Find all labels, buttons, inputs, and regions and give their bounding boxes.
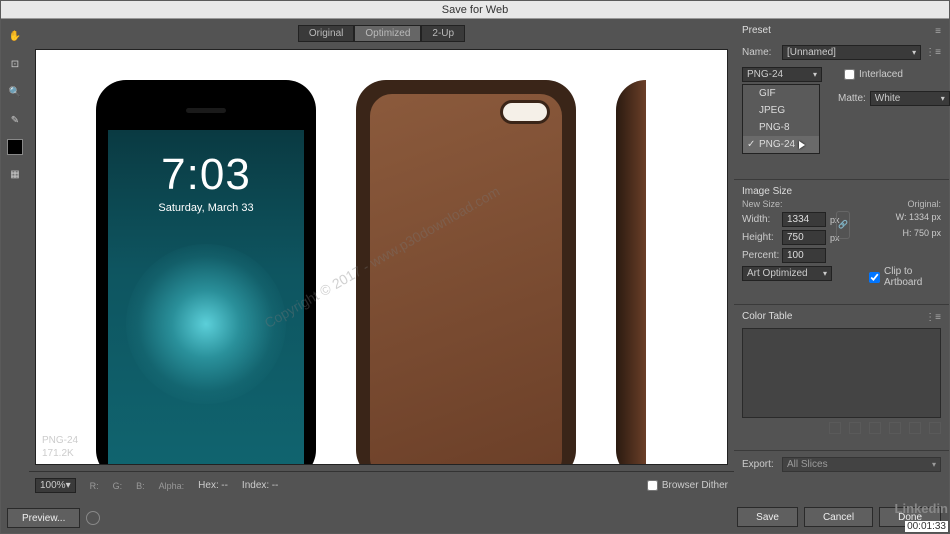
cursor-icon: [799, 141, 805, 149]
width-input[interactable]: [782, 212, 826, 227]
export-select[interactable]: All Slices▾: [782, 457, 941, 472]
browser-preview-icon[interactable]: [86, 511, 100, 525]
matte-label: Matte:: [838, 93, 866, 104]
eyedropper-tool-icon[interactable]: ✎: [6, 111, 24, 129]
index-label: Index: --: [242, 480, 278, 491]
r-label: R:: [90, 481, 99, 491]
slice-tool-icon[interactable]: ⊡: [6, 55, 24, 73]
new-size-label: New Size:: [742, 199, 859, 209]
preset-name-select[interactable]: [Unnamed]▾: [782, 45, 921, 60]
link-dimensions-icon[interactable]: 🔗: [836, 211, 850, 239]
format-dropdown: GIF JPEG PNG-8 PNG-24: [742, 84, 820, 154]
width-label: Width:: [742, 214, 778, 225]
view-tabs: Original Optimized 2-Up: [29, 23, 734, 43]
toolbar: ✋ ⊡ 🔍 ✎ ▦: [1, 19, 29, 499]
zoom-tool-icon[interactable]: 🔍: [6, 83, 24, 101]
color-table-label: Color Table: [742, 311, 792, 322]
percent-label: Percent:: [742, 250, 778, 261]
color-table: [742, 328, 941, 418]
preset-label: Preset: [742, 25, 771, 36]
g-label: G:: [113, 481, 123, 491]
tab-2up[interactable]: 2-Up: [421, 25, 465, 42]
name-label: Name:: [742, 47, 778, 58]
height-label: Height:: [742, 232, 778, 243]
tab-optimized[interactable]: Optimized: [354, 25, 421, 42]
format-option-jpeg[interactable]: JPEG: [743, 102, 819, 119]
phone-mockup: 7:03 Saturday, March 33: [96, 80, 316, 465]
browser-dither-checkbox[interactable]: Browser Dither: [647, 480, 728, 491]
original-width: W: 1334 px: [869, 212, 941, 222]
phone-date: Saturday, March 33: [158, 202, 253, 214]
preview-info: PNG-24 171.2K: [42, 434, 78, 460]
phone-time: 7:03: [161, 150, 251, 200]
preview-button[interactable]: Preview...: [7, 508, 80, 528]
image-size-label: Image Size: [742, 186, 941, 197]
matte-select[interactable]: White▾: [870, 91, 950, 106]
export-label: Export:: [742, 459, 778, 470]
format-select[interactable]: PNG-24▾: [742, 67, 822, 82]
alpha-label: Alpha:: [159, 481, 185, 491]
colortable-action-icons: [742, 422, 941, 434]
preset-menu-icon[interactable]: ≡: [935, 26, 941, 37]
format-option-png8[interactable]: PNG-8: [743, 119, 819, 136]
interlaced-checkbox[interactable]: Interlaced: [844, 69, 903, 80]
format-option-png24[interactable]: PNG-24: [743, 136, 819, 153]
format-option-gif[interactable]: GIF: [743, 85, 819, 102]
height-input[interactable]: [782, 230, 826, 245]
preview-canvas[interactable]: 7:03 Saturday, March 33 Copyright © 2017…: [35, 49, 728, 465]
colortable-menu-icon[interactable]: ⋮≡: [925, 312, 941, 323]
original-height: H: 750 px: [869, 228, 941, 238]
quality-select[interactable]: Art Optimized▾: [742, 266, 832, 281]
preset-options-icon[interactable]: ⋮≡: [925, 47, 941, 58]
save-button[interactable]: Save: [737, 507, 798, 527]
color-swatch[interactable]: [7, 139, 23, 155]
settings-panel: Preset ≡ Name: [Unnamed]▾ ⋮≡ PNG-24▾ GIF …: [734, 19, 949, 499]
hand-tool-icon[interactable]: ✋: [6, 27, 24, 45]
clip-artboard-checkbox[interactable]: Clip to Artboard: [869, 266, 941, 288]
tab-original[interactable]: Original: [298, 25, 354, 42]
slice-visibility-icon[interactable]: ▦: [6, 165, 24, 183]
phone-case-partial: [616, 80, 646, 465]
video-timecode: 00:01:33: [905, 521, 948, 532]
cancel-button[interactable]: Cancel: [804, 507, 873, 527]
original-label: Original:: [869, 199, 941, 209]
linkedin-branding: Linkedin: [895, 501, 948, 516]
window-title: Save for Web: [1, 1, 949, 19]
percent-input[interactable]: [782, 248, 826, 263]
phone-case-mockup: [356, 80, 576, 465]
hex-label: Hex: --: [198, 480, 228, 491]
zoom-select[interactable]: 100% ▾: [35, 478, 76, 493]
b-label: B:: [136, 481, 145, 491]
